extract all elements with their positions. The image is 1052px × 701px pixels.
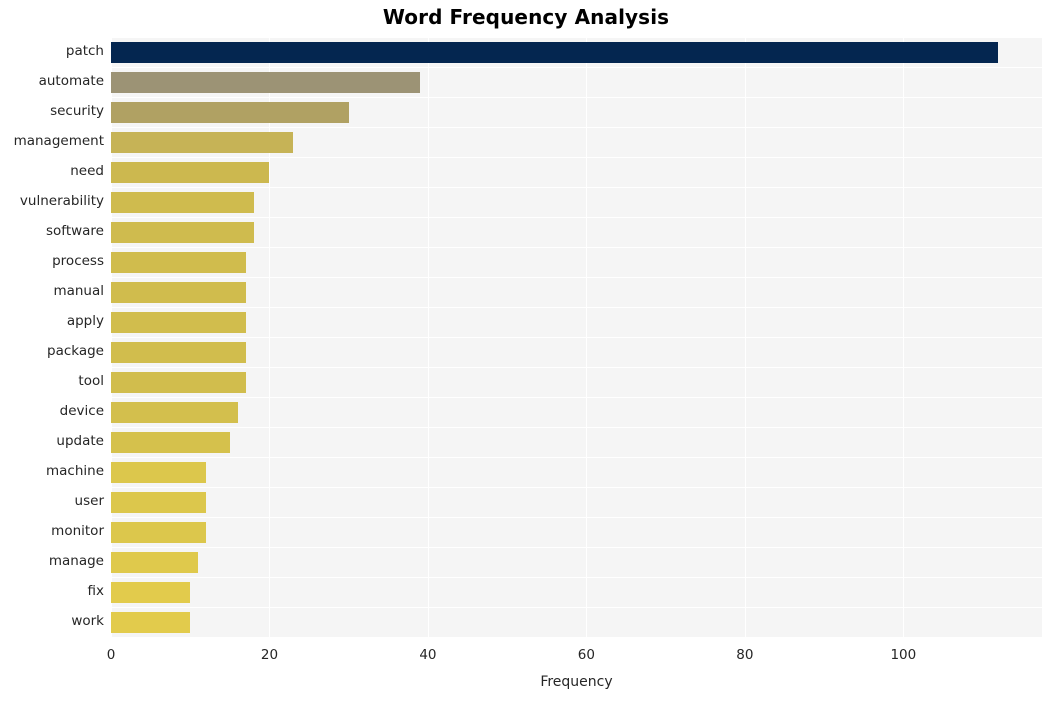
y-gridline: [111, 97, 1042, 98]
y-tick-label: manual: [53, 283, 104, 299]
bar: [111, 611, 191, 633]
bar: [111, 551, 199, 573]
y-gridline: [111, 187, 1042, 188]
y-tick-label: automate: [38, 73, 104, 89]
y-tick-label: vulnerability: [19, 193, 104, 209]
chart-title: Word Frequency Analysis: [382, 5, 670, 29]
y-gridline: [111, 247, 1042, 248]
y-tick-label: package: [47, 343, 104, 359]
y-gridline: [111, 607, 1042, 608]
x-tick-label: 60: [577, 647, 595, 663]
y-tick-label: tool: [78, 373, 104, 389]
bar: [111, 491, 207, 513]
y-tick-label: apply: [66, 313, 104, 329]
bar: [111, 431, 230, 453]
x-axis: 0 20 40 60 80 100: [107, 637, 1042, 667]
y-gridline: [111, 457, 1042, 458]
bar: [111, 581, 191, 603]
y-tick-label: security: [50, 103, 104, 119]
y-tick-label: machine: [45, 463, 104, 479]
y-gridline: [111, 127, 1042, 128]
bar: [111, 311, 246, 333]
x-tick-label: 100: [890, 647, 917, 663]
y-gridline: [111, 157, 1042, 158]
x-tick-label: 80: [736, 647, 754, 663]
x-axis-title: Frequency: [540, 674, 613, 690]
word-frequency-chart: Word Frequency Analysis patch automate sec…: [0, 0, 1052, 701]
y-gridline: [111, 397, 1042, 398]
y-tick-label: software: [46, 223, 104, 239]
plot-area: [111, 37, 1042, 637]
y-gridline: [111, 37, 1042, 38]
y-gridline: [111, 277, 1042, 278]
bar: [111, 341, 246, 363]
bar: [111, 131, 294, 153]
bar: [111, 221, 254, 243]
bar: [111, 251, 246, 273]
bar: [111, 71, 420, 93]
y-gridline: [111, 547, 1042, 548]
y-tick-label: process: [52, 253, 104, 269]
y-gridline: [111, 307, 1042, 308]
y-tick-label: update: [56, 433, 104, 449]
y-gridline: [111, 427, 1042, 428]
y-tick-label: patch: [65, 43, 104, 59]
bar: [111, 401, 238, 423]
y-gridline: [111, 367, 1042, 368]
y-axis: patch automate security management need vulne…: [0, 37, 104, 637]
x-tick-label: 40: [419, 647, 437, 663]
y-tick-label: user: [74, 493, 104, 509]
bar: [111, 521, 207, 543]
bar: [111, 101, 349, 123]
y-gridline: [111, 337, 1042, 338]
x-tick-label: 20: [260, 647, 279, 663]
y-tick-label: work: [71, 613, 104, 629]
bar: [111, 281, 246, 303]
y-tick-label: device: [59, 403, 104, 419]
y-tick-label: need: [70, 163, 104, 179]
y-gridline: [111, 487, 1042, 488]
y-gridline: [111, 67, 1042, 68]
y-gridline: [111, 577, 1042, 578]
bar: [111, 461, 207, 483]
y-tick-label: management: [13, 133, 104, 149]
y-gridline: [111, 217, 1042, 218]
y-gridline: [111, 517, 1042, 518]
y-tick-label: manage: [48, 553, 104, 569]
bar: [111, 191, 254, 213]
bar: [111, 161, 270, 183]
bar: [111, 41, 999, 63]
y-tick-label: monitor: [51, 523, 104, 539]
y-tick-label: fix: [87, 583, 105, 599]
x-tick-label: 0: [106, 647, 116, 663]
bar: [111, 371, 246, 393]
